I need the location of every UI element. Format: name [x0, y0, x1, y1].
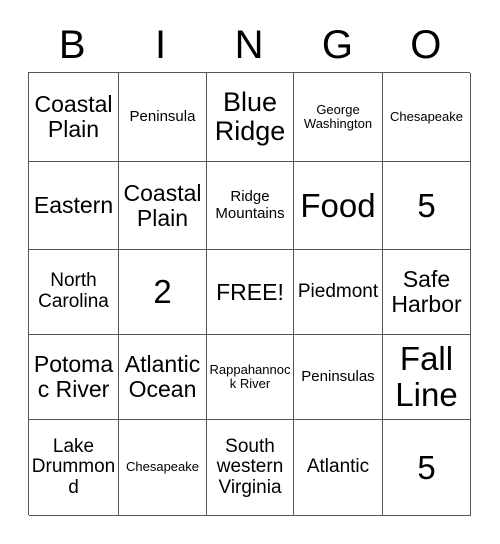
bingo-cell-r4c2[interactable]: Atlantic Ocean: [119, 335, 207, 420]
bingo-cell-label: 5: [417, 186, 436, 224]
bingo-cell-label: Safe Harbor: [391, 266, 462, 317]
bingo-cell-label: FREE!: [216, 278, 284, 305]
bingo-cell-label: Eastern: [33, 192, 114, 219]
bingo-header-letter-n: N: [234, 23, 264, 67]
bingo-cell-r1c4[interactable]: George Washington: [294, 73, 383, 162]
bingo-cell-r1c5[interactable]: Chesapeake: [383, 73, 471, 162]
bingo-cell-label: Piedmont: [297, 280, 379, 302]
bingo-cell-r5c5[interactable]: 5: [383, 420, 471, 516]
bingo-header-letter-i: I: [155, 23, 167, 67]
bingo-cell-r4c1[interactable]: Potomac River: [29, 335, 119, 420]
bingo-cell-free-space[interactable]: FREE!: [207, 250, 294, 335]
bingo-cell-label: South western Virginia: [216, 435, 284, 498]
bingo-cell-label: Fall Line: [395, 340, 458, 413]
bingo-cell-r1c1[interactable]: Coastal Plain: [29, 73, 119, 162]
bingo-header-row: B I N G O: [28, 18, 470, 72]
bingo-cell-label: Peninsulas: [301, 367, 375, 385]
bingo-cell-r1c2[interactable]: Peninsula: [119, 73, 207, 162]
bingo-cell-label: Rappahannock River: [209, 361, 291, 391]
bingo-card: B I N G O Coastal Plain Peninsula Blue R…: [0, 0, 500, 544]
bingo-cell-label: Atlantic: [306, 456, 370, 478]
bingo-cell-r2c2[interactable]: Coastal Plain: [119, 162, 207, 250]
bingo-cell-label: 5: [417, 448, 436, 486]
bingo-cell-label: Ridge Mountains: [215, 188, 285, 222]
bingo-cell-r2c5[interactable]: 5: [383, 162, 471, 250]
bingo-header-letter-o: O: [410, 23, 442, 67]
bingo-cell-r3c2[interactable]: 2: [119, 250, 207, 335]
bingo-cell-r5c1[interactable]: Lake Drummond: [29, 420, 119, 516]
bingo-cell-r4c4[interactable]: Peninsulas: [294, 335, 383, 420]
bingo-cell-r5c3[interactable]: South western Virginia: [207, 420, 294, 516]
bingo-cell-label: Peninsula: [129, 107, 196, 125]
bingo-header-letter-g: G: [321, 23, 353, 67]
bingo-cell-label: George Washington: [303, 101, 373, 131]
bingo-cell-r2c1[interactable]: Eastern: [29, 162, 119, 250]
bingo-cell-r3c1[interactable]: North Carolina: [29, 250, 119, 335]
bingo-cell-label: Atlantic Ocean: [124, 351, 201, 402]
bingo-cell-r4c3[interactable]: Rappahannock River: [207, 335, 294, 420]
bingo-cell-r3c5[interactable]: Safe Harbor: [383, 250, 471, 335]
bingo-cell-label: Potomac River: [33, 351, 114, 402]
bingo-cell-label: Chesapeake: [126, 459, 199, 475]
bingo-cell-label: Coastal Plain: [34, 91, 113, 142]
bingo-cell-r3c4[interactable]: Piedmont: [294, 250, 383, 335]
bingo-cell-label: Food: [300, 186, 376, 224]
bingo-cell-r4c5[interactable]: Fall Line: [383, 335, 471, 420]
bingo-grid: Coastal Plain Peninsula Blue Ridge Georg…: [28, 72, 471, 516]
bingo-cell-r2c4[interactable]: Food: [294, 162, 383, 250]
bingo-cell-label: Blue Ridge: [214, 86, 286, 146]
bingo-cell-label: North Carolina: [38, 270, 109, 312]
bingo-cell-label: Coastal Plain: [123, 179, 202, 231]
bingo-cell-label: Chesapeake: [390, 108, 463, 124]
bingo-cell-r1c3[interactable]: Blue Ridge: [207, 73, 294, 162]
bingo-cell-r2c3[interactable]: Ridge Mountains: [207, 162, 294, 250]
bingo-cell-label: Lake Drummond: [31, 435, 116, 498]
bingo-cell-r5c2[interactable]: Chesapeake: [119, 420, 207, 516]
bingo-header-letter-b: B: [58, 23, 86, 67]
bingo-cell-r5c4[interactable]: Atlantic: [294, 420, 383, 516]
bingo-cell-label: 2: [153, 273, 172, 311]
